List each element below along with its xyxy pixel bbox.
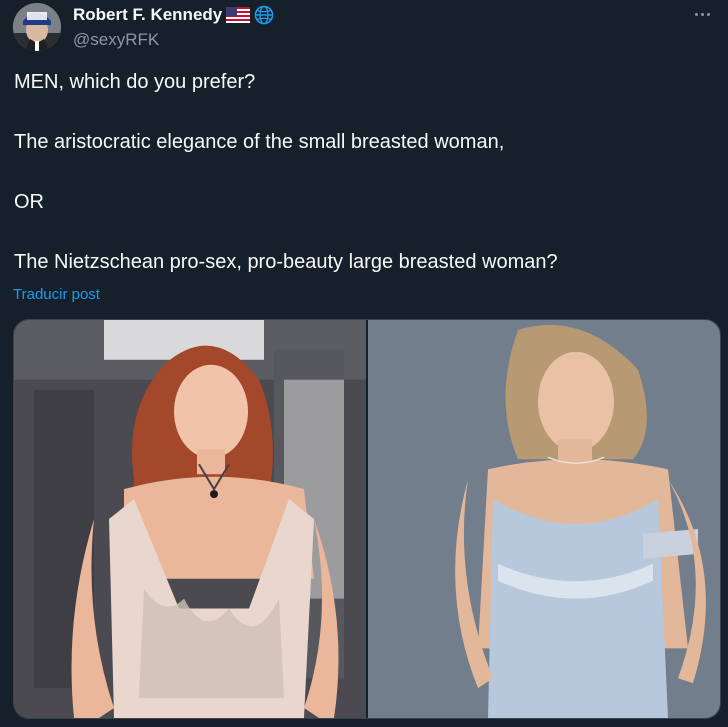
tweet-line: OR (14, 191, 44, 213)
tweet-line: The aristocratic elegance of the small b… (14, 131, 505, 153)
name-row: Robert F. Kennedy (73, 3, 668, 27)
media-grid (13, 319, 721, 719)
tweet-line: MEN, which do you prefer? (14, 71, 256, 93)
globe-icon (254, 5, 274, 25)
photo-left[interactable] (14, 320, 366, 718)
tweet: Robert F. Kennedy @sexyRFK MEN, which do (0, 0, 728, 727)
tweet-text: MEN, which do you prefer? The aristocrat… (14, 70, 714, 274)
user-handle[interactable]: @sexyRFK (73, 30, 668, 50)
tweet-line: The Nietzschean pro-sex, pro-beauty larg… (14, 251, 558, 273)
us-flag-icon (226, 7, 251, 23)
translate-post-link[interactable]: Traducir post (13, 286, 100, 303)
avatar[interactable] (13, 3, 61, 51)
photo-right[interactable] (368, 320, 720, 718)
tweet-header: Robert F. Kennedy @sexyRFK (73, 3, 668, 50)
more-options-icon[interactable] (690, 8, 714, 20)
display-name[interactable]: Robert F. Kennedy (73, 5, 222, 25)
